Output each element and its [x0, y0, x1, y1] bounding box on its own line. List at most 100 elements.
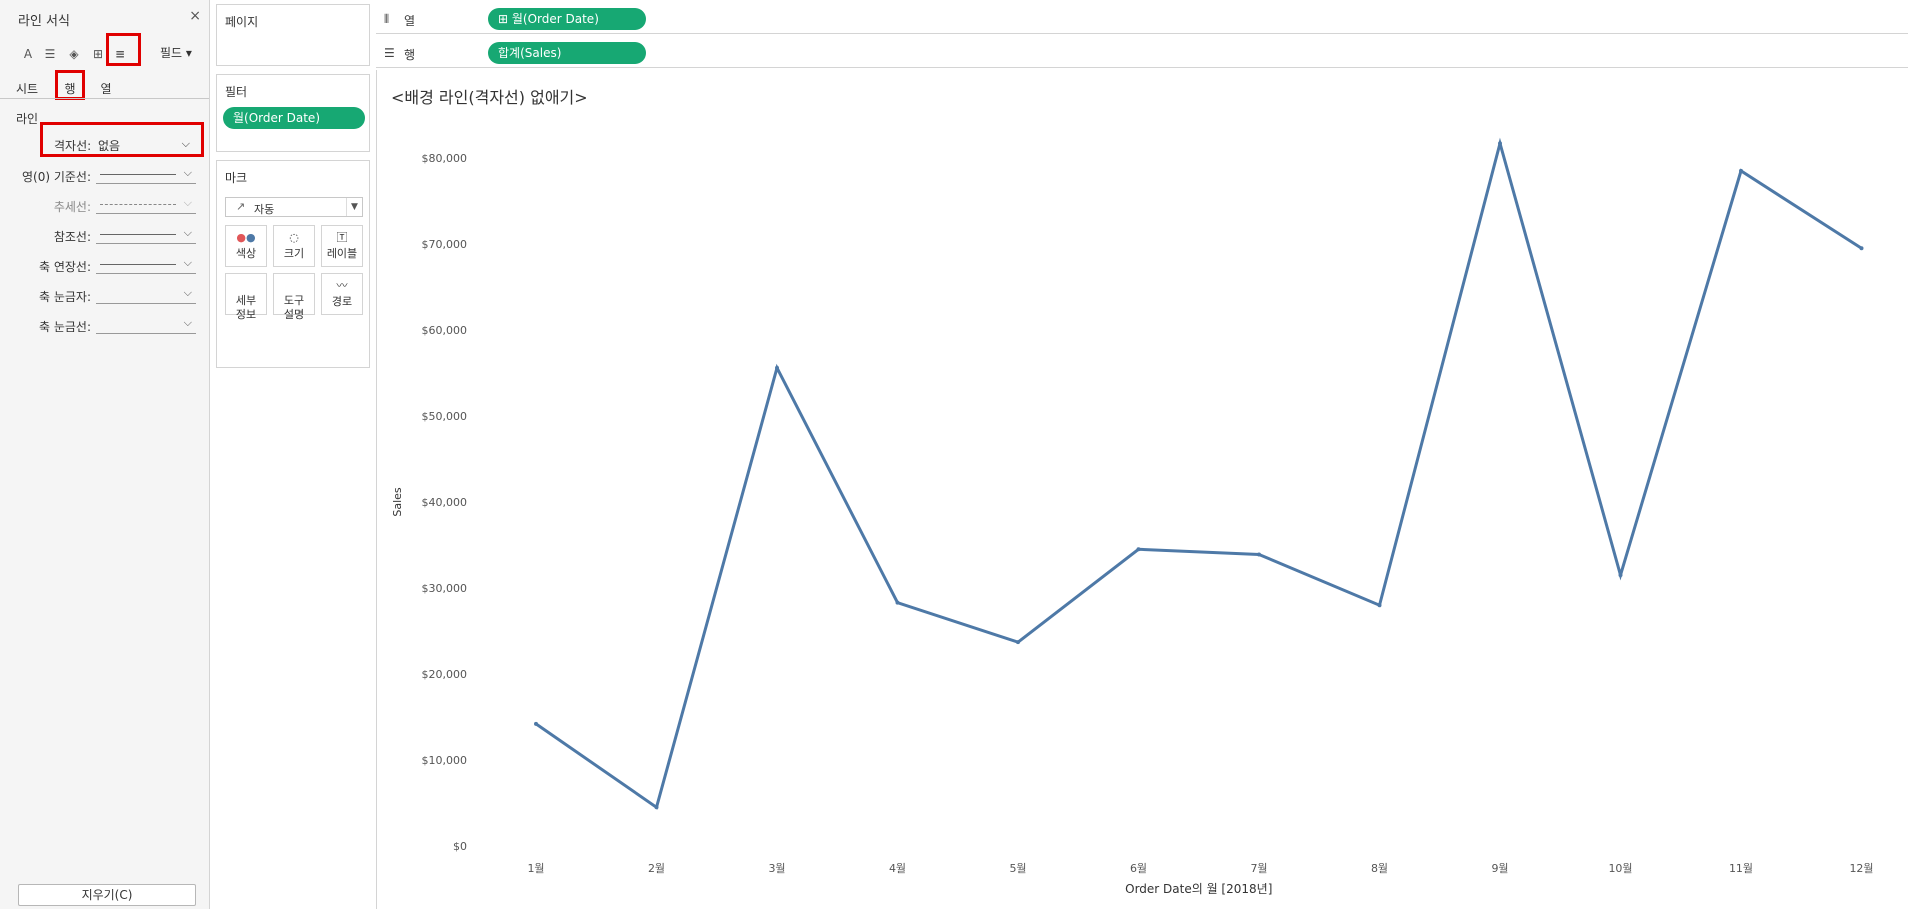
- chevron-down-icon: ⌵: [183, 196, 192, 209]
- x-tick-label: 6월: [1130, 862, 1147, 875]
- detail-button[interactable]: 세부 정보: [225, 273, 267, 321]
- tab-divider: [0, 98, 209, 99]
- marks-label: 마크: [225, 171, 248, 185]
- x-tick-label: 9월: [1491, 862, 1508, 875]
- data-point: [534, 721, 538, 726]
- chevron-down-icon: ⌵: [183, 166, 192, 179]
- x-tick-label: 2월: [648, 862, 665, 875]
- columns-shelf[interactable]: ⫴ 열 ⊞ 월(Order Date): [376, 4, 1908, 34]
- rows-pill[interactable]: 합계(Sales): [488, 42, 646, 64]
- data-point: [1618, 573, 1623, 578]
- color-button[interactable]: ●● 색상: [225, 225, 267, 267]
- data-point: [1257, 552, 1261, 557]
- y-axis-label: Sales: [391, 487, 404, 517]
- shading-icon[interactable]: ◈: [64, 44, 84, 64]
- gridline-value: 없음: [98, 139, 121, 153]
- data-point: [1739, 168, 1743, 173]
- borders-icon[interactable]: ⊞: [88, 44, 108, 64]
- view-area[interactable]: <배경 라인(격자선) 없애기> $0 $10,000 $20,000 $30,000…: [376, 70, 1908, 909]
- axis-gridlines-label: 축 눈금선:: [38, 320, 91, 334]
- data-point: [895, 600, 900, 605]
- y-tick-label: $30,000: [422, 582, 468, 595]
- x-tick-label: 4월: [889, 862, 906, 875]
- tab-sheet[interactable]: 시트: [14, 80, 40, 98]
- size-button[interactable]: ◌ 크기: [273, 225, 315, 267]
- x-tick-label: 8월: [1371, 862, 1388, 875]
- reference-line-label: 참조선:: [53, 230, 91, 244]
- label-button[interactable]: 🅃 레이블: [321, 225, 363, 267]
- y-tick-label: $60,000: [422, 324, 468, 337]
- line-chart[interactable]: $0 $10,000 $20,000 $30,000 $40,000 $50,000 $60…: [377, 70, 1908, 909]
- y-tick-label: $80,000: [422, 152, 468, 165]
- chevron-down-icon: ⌵: [183, 256, 192, 269]
- y-tick-label: $70,000: [422, 238, 468, 251]
- axis-ticks-dropdown[interactable]: ⌵: [96, 286, 196, 304]
- axis-ticks-label: 축 눈금자:: [38, 290, 91, 304]
- tab-columns[interactable]: 열: [98, 80, 114, 98]
- x-tick-label: 10월: [1608, 862, 1632, 875]
- line-mark-icon: ↗: [236, 200, 246, 213]
- trend-line-dropdown[interactable]: ⌵: [96, 196, 196, 214]
- columns-label: 열: [404, 14, 416, 28]
- mark-type-value: 자동: [254, 203, 275, 216]
- filters-label: 필터: [225, 85, 248, 99]
- axis-gridlines-dropdown[interactable]: ⌵: [96, 316, 196, 334]
- x-tick-label: 7월: [1250, 862, 1267, 875]
- reference-line-dropdown[interactable]: ⌵: [96, 226, 196, 244]
- font-icon[interactable]: A: [18, 44, 38, 64]
- columns-icon: ⫴: [384, 12, 390, 26]
- filters-shelf[interactable]: 필터 월(Order Date): [216, 74, 370, 152]
- field-dropdown[interactable]: 필드 ▾: [160, 44, 192, 61]
- label-icon: 🅃: [336, 231, 348, 244]
- format-panel: 라인 서식 × A ☰ ◈ ⊞ ≡ 필드 ▾ 시트 행 열 라인 격자선: 없음…: [0, 0, 210, 909]
- trend-line-label: 추세선:: [53, 200, 91, 214]
- data-point: [1377, 603, 1382, 608]
- panel-title: 라인 서식: [18, 14, 70, 29]
- chevron-down-icon: ⌵: [183, 286, 192, 299]
- data-point: [1498, 141, 1502, 146]
- clear-button[interactable]: 지우기(C): [18, 884, 196, 906]
- sales-series-line: [535, 137, 1863, 810]
- chevron-down-icon: ⌵: [183, 316, 192, 329]
- axis-rulers-label: 축 연장선:: [38, 260, 91, 274]
- lines-icon[interactable]: ≡: [110, 44, 130, 64]
- y-tick-label: $10,000: [422, 754, 468, 767]
- path-icon: 〰: [336, 279, 348, 292]
- rows-label: 행: [404, 48, 416, 62]
- color-dots-icon: ●●: [236, 231, 256, 244]
- y-tick-label: $50,000: [422, 410, 468, 423]
- section-lines-label: 라인: [16, 112, 39, 126]
- marks-card: 마크 ↗ 자동 ▼ ●● 색상 ◌ 크기 🅃 레이블 세부 정보 도구 설명 〰…: [216, 160, 370, 368]
- pages-shelf[interactable]: 페이지: [216, 4, 370, 66]
- tab-rows[interactable]: 행: [62, 80, 78, 98]
- rows-shelf[interactable]: ☰ 행 합계(Sales): [376, 38, 1908, 68]
- rows-icon: ☰: [384, 46, 395, 60]
- y-tick-label: $20,000: [422, 668, 468, 681]
- axis-rulers-dropdown[interactable]: ⌵: [96, 256, 196, 274]
- y-tick-label: $0: [453, 840, 467, 853]
- gridline-dropdown[interactable]: 격자선: 없음 ⌵: [46, 134, 196, 156]
- close-icon[interactable]: ×: [189, 8, 201, 24]
- tooltip-button[interactable]: 도구 설명: [273, 273, 315, 321]
- data-point: [1859, 246, 1864, 251]
- pages-label: 페이지: [225, 15, 259, 29]
- mark-type-dropdown[interactable]: ↗ 자동 ▼: [225, 197, 363, 217]
- zero-line-dropdown[interactable]: ⌵: [96, 166, 196, 184]
- data-point: [1136, 547, 1141, 552]
- data-point: [654, 805, 659, 810]
- path-button[interactable]: 〰 경로: [321, 273, 363, 315]
- gridline-label: 격자선:: [54, 139, 92, 153]
- data-point: [775, 365, 779, 370]
- x-tick-label: 3월: [768, 862, 785, 875]
- chevron-down-icon: ⌵: [183, 226, 192, 239]
- size-icon: ◌: [289, 231, 299, 244]
- x-tick-label: 12월: [1849, 862, 1873, 875]
- x-tick-label: 11월: [1729, 862, 1753, 875]
- dropdown-arrow-icon: ▼: [346, 198, 362, 216]
- x-axis-label: Order Date의 월 [2018년]: [1125, 882, 1272, 896]
- columns-pill[interactable]: ⊞ 월(Order Date): [488, 8, 646, 30]
- alignment-icon[interactable]: ☰: [40, 44, 60, 64]
- filter-pill[interactable]: 월(Order Date): [223, 107, 365, 129]
- data-point: [1016, 640, 1020, 645]
- x-tick-label: 5월: [1009, 862, 1026, 875]
